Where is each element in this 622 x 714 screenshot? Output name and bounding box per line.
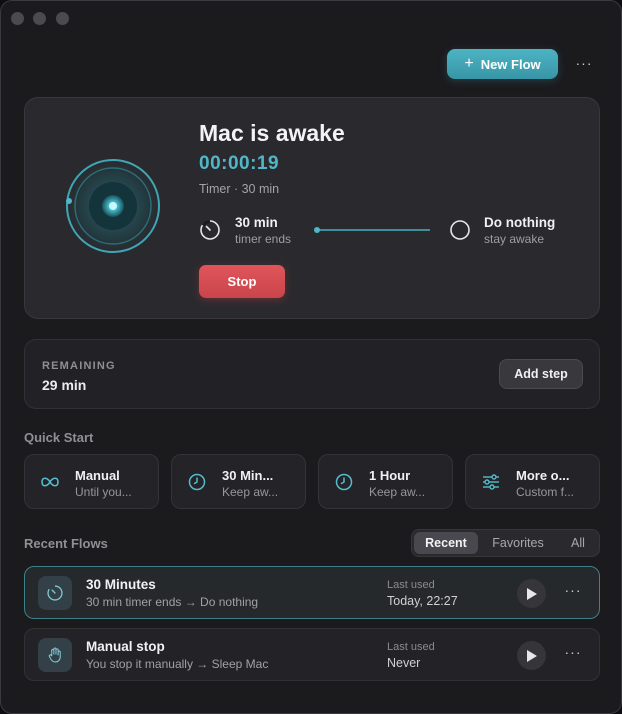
play-icon — [527, 587, 537, 600]
zoom-window-button[interactable] — [56, 12, 69, 25]
timer-icon — [200, 220, 220, 240]
play-button[interactable] — [517, 641, 546, 670]
hand-icon — [48, 647, 61, 663]
flow-row-30-minutes[interactable]: 30 Minutes 30 min timer ends → Do nothin… — [24, 566, 600, 619]
row-more-button[interactable]: ··· — [562, 644, 584, 664]
sliders-icon — [483, 474, 499, 490]
quick-start-more-options[interactable]: More o... Custom f... — [465, 454, 600, 509]
last-used-label: Last used — [387, 579, 435, 591]
flow-title: 30 Minutes — [86, 577, 156, 592]
add-step-button[interactable]: Add step — [499, 359, 583, 389]
step-connector — [314, 227, 430, 233]
circle-icon — [450, 220, 470, 240]
remaining-card: REMAINING 29 min Add step — [24, 339, 600, 409]
recent-flows-heading: Recent Flows — [24, 536, 108, 551]
last-used-value: Never — [387, 656, 421, 670]
plus-icon: + — [464, 55, 474, 72]
quick-start-title: 30 Min... — [222, 468, 274, 483]
end-step-subtitle: stay awake — [484, 232, 545, 246]
tab-favorites[interactable]: Favorites — [482, 532, 554, 554]
row-more-button[interactable]: ··· — [562, 582, 584, 602]
quick-start-title: 1 Hour — [369, 468, 411, 483]
quick-start-30-min[interactable]: 30 Min... Keep aw... — [171, 454, 306, 509]
flow-description: 30 min timer ends → Do nothing — [86, 595, 259, 609]
flows-filter-segmented-control: Recent Favorites All — [411, 529, 600, 557]
more-options-button[interactable]: ··· — [573, 55, 595, 73]
quick-start-subtitle: Custom f... — [516, 485, 575, 499]
status-card: Mac is awake 00:00:19 Timer · 30 min 30 … — [24, 97, 600, 319]
start-step-subtitle: timer ends — [235, 232, 292, 246]
clock-icon — [335, 473, 353, 491]
stop-button[interactable]: Stop — [199, 265, 285, 298]
status-title: Mac is awake — [199, 120, 345, 146]
quick-start-title: More o... — [516, 468, 570, 483]
start-step-title: 30 min — [235, 215, 278, 230]
quick-start-manual[interactable]: Manual Until you... — [24, 454, 159, 509]
awake-orb-icon — [63, 156, 163, 256]
play-button[interactable] — [517, 579, 546, 608]
remaining-label: REMAINING — [42, 360, 116, 372]
end-step-title: Do nothing — [484, 215, 556, 230]
quick-start-subtitle: Keep aw... — [369, 485, 426, 499]
title-bar — [1, 1, 621, 35]
app-window: + New Flow ··· Mac is awake 00:00:19 Tim… — [0, 0, 622, 714]
quick-start-heading: Quick Start — [24, 430, 94, 445]
clock-icon — [188, 473, 206, 491]
quick-start-subtitle: Keep aw... — [222, 485, 279, 499]
tab-all[interactable]: All — [558, 532, 598, 554]
close-window-button[interactable] — [11, 12, 24, 25]
quick-start-1-hour[interactable]: 1 Hour Keep aw... — [318, 454, 453, 509]
minimize-window-button[interactable] — [33, 12, 46, 25]
last-used-label: Last used — [387, 641, 435, 653]
last-used-value: Today, 22:27 — [387, 594, 458, 608]
flow-description: You stop it manually → Sleep Mac — [86, 657, 269, 671]
timer-icon — [47, 584, 63, 601]
flow-icon — [38, 638, 72, 672]
tab-recent[interactable]: Recent — [414, 532, 478, 554]
play-icon — [527, 649, 537, 662]
status-subtitle: Timer · 30 min — [199, 182, 280, 196]
flow-title: Manual stop — [86, 639, 165, 654]
flow-icon — [38, 576, 72, 610]
new-flow-label: New Flow — [480, 56, 541, 72]
quick-start-title: Manual — [75, 468, 120, 483]
infinity-icon — [41, 477, 59, 487]
remaining-value: 29 min — [42, 377, 87, 393]
new-flow-button[interactable]: + New Flow — [447, 49, 558, 79]
elapsed-timer: 00:00:19 — [199, 153, 280, 174]
quick-start-subtitle: Until you... — [75, 485, 132, 499]
flow-row-manual-stop[interactable]: Manual stop You stop it manually → Sleep… — [24, 628, 600, 681]
